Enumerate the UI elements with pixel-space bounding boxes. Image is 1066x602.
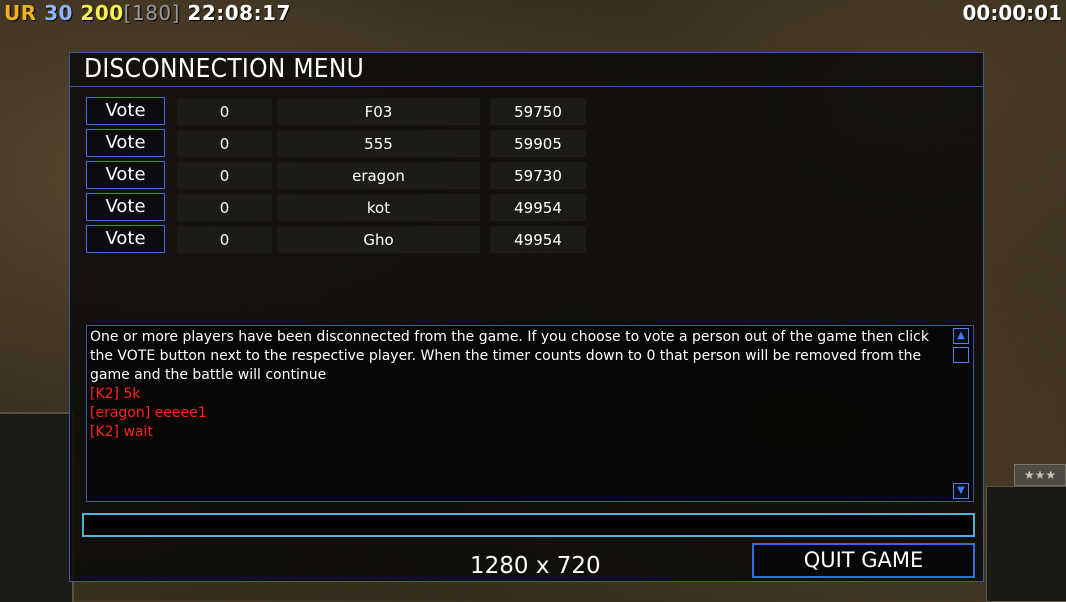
vote-button[interactable]: Vote	[86, 129, 165, 157]
quit-game-button[interactable]: QUIT GAME	[752, 543, 975, 578]
title-divider	[70, 86, 983, 87]
clock-value: 22:08:17	[187, 1, 291, 25]
scroll-thumb[interactable]	[953, 347, 969, 363]
player-name: F03	[277, 98, 480, 125]
vote-button[interactable]: Vote	[86, 225, 165, 253]
disconnection-menu: DISCONNECTION MENU Vote 0 F03 59750 Vote…	[69, 52, 984, 582]
chat-scrollbar[interactable]: ▲ ▼	[952, 328, 972, 499]
vote-button[interactable]: Vote	[86, 193, 165, 221]
vote-count: 0	[177, 162, 272, 189]
player-row: Vote 0 F03 59750	[86, 97, 591, 125]
player-id: 59730	[490, 162, 586, 189]
command-panel-left	[0, 412, 74, 602]
game-timer: 00:00:01	[962, 1, 1063, 25]
player-name: Gho	[277, 226, 480, 253]
player-row: Vote 0 Gho 49954	[86, 225, 591, 253]
resolution-label: 1280 x 720	[470, 553, 601, 579]
chat-log[interactable]: One or more players have been disconnect…	[86, 325, 974, 502]
power-cap-value: [180]	[123, 1, 180, 25]
disconnect-info-text: One or more players have been disconnect…	[90, 329, 929, 383]
player-id: 59750	[490, 98, 586, 125]
menu-title: DISCONNECTION MENU	[84, 54, 365, 84]
player-row: Vote 0 eragon 59730	[86, 161, 591, 189]
vote-button[interactable]: Vote	[86, 161, 165, 189]
chat-text: One or more players have been disconnect…	[90, 328, 950, 442]
player-id: 59905	[490, 130, 586, 157]
player-id: 49954	[490, 226, 586, 253]
command-panel-right	[986, 486, 1066, 602]
chat-message: [eragon] eeeee1	[90, 405, 207, 421]
player-name: kot	[277, 194, 480, 221]
player-row: Vote 0 kot 49954	[86, 193, 591, 221]
scroll-up-icon[interactable]: ▲	[953, 328, 969, 344]
vote-count: 0	[177, 194, 272, 221]
scroll-down-icon[interactable]: ▼	[953, 483, 969, 499]
faction-label: UR	[4, 1, 37, 25]
power-value: 200	[80, 1, 124, 25]
rank-stars: ★★★	[1014, 464, 1066, 486]
vote-count: 0	[177, 98, 272, 125]
chat-input[interactable]	[82, 513, 975, 537]
chat-message: [K2] 5k	[90, 386, 141, 402]
player-name: 555	[277, 130, 480, 157]
player-row: Vote 0 555 59905	[86, 129, 591, 157]
level-value: 30	[44, 1, 73, 25]
hud-status-bar: UR 30 200[180] 22:08:17	[4, 1, 291, 25]
vote-count: 0	[177, 226, 272, 253]
vote-button[interactable]: Vote	[86, 97, 165, 125]
vote-count: 0	[177, 130, 272, 157]
player-name: eragon	[277, 162, 480, 189]
chat-message: [K2] wait	[90, 424, 153, 440]
player-id: 49954	[490, 194, 586, 221]
